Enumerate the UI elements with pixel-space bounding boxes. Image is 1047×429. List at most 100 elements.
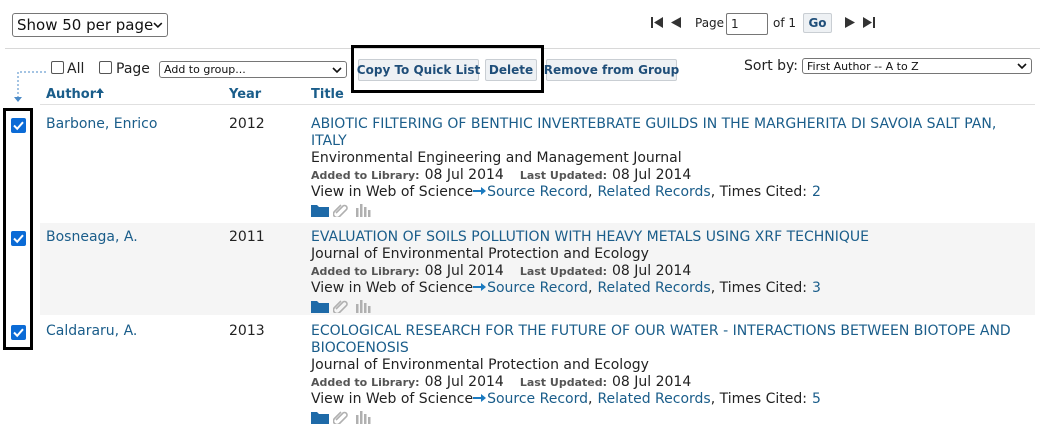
arrow-right-icon [473,184,487,201]
first-page-icon[interactable] [651,16,664,29]
column-header-year[interactable]: Year [229,87,261,102]
view-in-wos-label: View in Web of Science [311,391,474,407]
record-author-link[interactable]: Barbone, Enrico [46,116,157,132]
record-checkbox[interactable] [11,118,26,133]
record-title-link[interactable]: ECOLOGICAL RESEARCH FOR THE FUTURE OF OU… [311,323,1036,357]
bar-chart-icon[interactable] [355,410,371,424]
record-title-line: EVALUATION OF SOILS POLLUTION WITH HEAVY… [311,229,870,245]
record-icons [311,299,1036,317]
copy-to-quick-list-button[interactable]: Copy To Quick List [357,59,480,81]
times-cited-label: , Times Cited: [710,391,808,407]
source-record-link[interactable]: Source Record [487,184,588,200]
record-title-line: BIOCOENOSIS [311,340,409,356]
record-details: ECOLOGICAL RESEARCH FOR THE FUTURE OF OU… [311,323,1036,428]
select-all-checkbox[interactable] [51,61,64,74]
record-title-line: ITALY [311,133,347,149]
page-total-label: of 1 [773,16,797,30]
record-year: 2013 [229,323,265,339]
column-header-author[interactable]: Author [46,87,105,102]
comma-separator: , [587,391,593,407]
added-label: Added to Library: [311,265,420,278]
comma-separator: , [587,280,593,296]
select-page-checkbox[interactable] [99,61,112,74]
folder-icon[interactable] [311,203,329,217]
chevron-down-icon [1017,63,1027,70]
record-checkbox[interactable] [11,325,26,340]
added-date: 08 Jul 2014 [424,263,504,279]
added-date: 08 Jul 2014 [424,374,504,390]
page-number-input[interactable]: 1 [726,13,768,35]
paperclip-icon[interactable] [332,203,349,219]
next-page-icon[interactable] [844,16,856,29]
sort-by-value: First Author -- A to Z [807,59,919,73]
add-to-group-value: Add to group... [164,63,246,76]
record-journal: Environmental Engineering and Management… [311,150,682,166]
checkmark-icon [13,121,24,131]
updated-date: 08 Jul 2014 [612,167,692,183]
delete-button[interactable]: Delete [485,59,537,81]
record-title-link[interactable]: EVALUATION OF SOILS POLLUTION WITH HEAVY… [311,229,1036,246]
per-page-select[interactable]: Show 50 per page [12,13,168,37]
sort-by-select[interactable]: First Author -- A to Z [802,58,1032,74]
record-year: 2011 [229,229,265,245]
record-dates: Added to Library: 08 Jul 2014 Last Updated… [311,374,1036,391]
record-dates: Added to Library: 08 Jul 2014 Last Updated… [311,167,1036,184]
record-links: View in Web of Science Source Record, Rela… [311,391,1036,408]
source-record-link[interactable]: Source Record [487,280,588,296]
added-label: Added to Library: [311,169,420,182]
bar-chart-icon[interactable] [355,299,371,313]
add-to-group-select[interactable]: Add to group... [159,61,347,78]
related-records-link[interactable]: Related Records [597,280,710,296]
times-cited-link[interactable]: 5 [812,391,821,407]
sort-up-icon [96,88,105,98]
go-button[interactable]: Go [803,13,832,33]
last-page-icon[interactable] [862,16,875,29]
paperclip-icon[interactable] [332,299,349,315]
updated-label: Last Updated: [519,376,607,389]
record-journal: Journal of Environmental Protection and … [311,246,649,262]
view-in-wos-label: View in Web of Science [311,184,474,200]
added-label: Added to Library: [311,376,420,389]
updated-label: Last Updated: [519,265,607,278]
arrow-right-icon [473,280,487,297]
folder-icon[interactable] [311,299,329,313]
bar-chart-icon[interactable] [355,203,371,217]
record-author-link[interactable]: Caldararu, A. [46,323,137,339]
record-links: View in Web of Science Source Record, Rela… [311,280,1036,297]
comma-separator: , [587,184,593,200]
record-year: 2012 [229,116,265,132]
related-records-link[interactable]: Related Records [597,184,710,200]
record-checkbox[interactable] [11,231,26,246]
checkmark-icon [13,234,24,244]
record-icons [311,410,1036,428]
column-header-title[interactable]: Title [311,87,344,102]
record-title-line: ABIOTIC FILTERING OF BENTHIC INVERTEBRAT… [311,116,997,132]
checkmark-icon [13,328,24,338]
related-records-link[interactable]: Related Records [597,391,710,407]
times-cited-label: , Times Cited: [710,280,808,296]
arrow-right-icon [473,391,487,408]
select-page-label: Page [116,61,150,77]
record-links: View in Web of Science Source Record, Rela… [311,184,1036,201]
remove-from-group-button[interactable]: Remove from Group [544,59,679,81]
record-details: EVALUATION OF SOILS POLLUTION WITH HEAVY… [311,229,1036,317]
view-in-wos-label: View in Web of Science [311,280,474,296]
record-title-link[interactable]: ABIOTIC FILTERING OF BENTHIC INVERTEBRAT… [311,116,1036,150]
select-arrow-icon [14,71,46,102]
record-author-link[interactable]: Bosneaga, A. [46,229,138,245]
times-cited-link[interactable]: 3 [812,280,821,296]
chevron-down-icon [332,66,342,73]
author-header-label: Author [46,87,97,102]
prev-page-icon[interactable] [670,16,682,29]
source-record-link[interactable]: Source Record [487,391,588,407]
record-title-line: ECOLOGICAL RESEARCH FOR THE FUTURE OF OU… [311,323,1011,339]
times-cited-link[interactable]: 2 [812,184,821,200]
sort-by-label: Sort by: [744,58,799,74]
folder-icon[interactable] [311,410,329,424]
page-label: Page [695,16,725,30]
paperclip-icon[interactable] [332,410,349,426]
record-icons [311,203,1036,221]
divider [40,104,1035,105]
updated-date: 08 Jul 2014 [612,263,692,279]
highlight-box-checkboxes [3,108,33,350]
